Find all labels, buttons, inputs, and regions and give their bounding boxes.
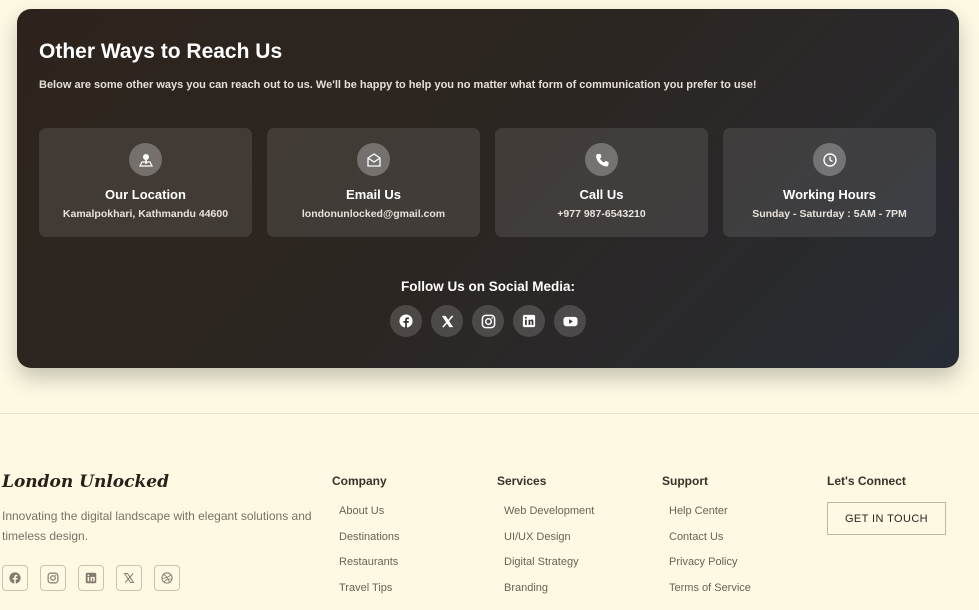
hours-title: Working Hours [783, 187, 876, 202]
facebook-icon[interactable] [2, 565, 28, 591]
phone-title: Call Us [579, 187, 624, 202]
phone-card: Call Us +977 987-6543210 [495, 128, 708, 237]
x-icon[interactable] [431, 305, 463, 337]
contact-title: Other Ways to Reach Us [39, 40, 283, 63]
services-links: Web Development UI/UX Design Digital Str… [504, 505, 594, 608]
clock-icon [813, 143, 846, 176]
email-text[interactable]: londonunlocked@gmail.com [267, 208, 480, 220]
services-heading: Services [497, 474, 547, 488]
support-heading: Support [662, 474, 708, 488]
footer-link-contact[interactable]: Contact Us [669, 531, 751, 557]
youtube-icon[interactable] [554, 305, 586, 337]
x-icon[interactable] [116, 565, 142, 591]
footer-link-travel-tips[interactable]: Travel Tips [339, 582, 400, 608]
hours-text: Sunday - Saturday : 5AM - 7PM [752, 208, 907, 220]
footer-link-help-center[interactable]: Help Center [669, 505, 751, 531]
company-heading: Company [332, 474, 387, 488]
footer-tagline: Innovating the digital landscape with el… [2, 509, 312, 543]
get-in-touch-button[interactable]: GET IN TOUCH [827, 502, 946, 535]
footer-link-restaurants[interactable]: Restaurants [339, 556, 400, 582]
social-links [390, 305, 586, 337]
footer-link-ui-ux[interactable]: UI/UX Design [504, 531, 594, 557]
location-card: Our Location Kamalpokhari, Kathmandu 446… [39, 128, 252, 237]
dribbble-icon[interactable] [154, 565, 180, 591]
section-divider [0, 413, 979, 414]
location-text: Kamalpokhari, Kathmandu 44600 [62, 208, 229, 220]
connect-heading: Let's Connect [827, 474, 906, 488]
instagram-icon[interactable] [472, 305, 504, 337]
linkedin-icon[interactable] [513, 305, 545, 337]
footer-link-digital-strategy[interactable]: Digital Strategy [504, 556, 594, 582]
location-title: Our Location [105, 187, 186, 202]
footer-link-branding[interactable]: Branding [504, 582, 594, 608]
footer-link-about[interactable]: About Us [339, 505, 400, 531]
footer-link-web-development[interactable]: Web Development [504, 505, 594, 531]
footer-link-privacy[interactable]: Privacy Policy [669, 556, 751, 582]
support-links: Help Center Contact Us Privacy Policy Te… [669, 505, 751, 608]
instagram-icon[interactable] [40, 565, 66, 591]
phone-icon [585, 143, 618, 176]
footer-social-links [2, 565, 180, 591]
location-icon [129, 143, 162, 176]
email-card: Email Us londonunlocked@gmail.com [267, 128, 480, 237]
email-icon [357, 143, 390, 176]
phone-text[interactable]: +977 987-6543210 [495, 208, 708, 220]
linkedin-icon[interactable] [78, 565, 104, 591]
company-links: About Us Destinations Restaurants Travel… [339, 505, 400, 608]
hours-card: Working Hours Sunday - Saturday : 5AM - … [723, 128, 936, 237]
contact-panel: Other Ways to Reach Us Below are some ot… [17, 9, 959, 368]
email-title: Email Us [346, 187, 401, 202]
follow-title: Follow Us on Social Media: [400, 279, 576, 294]
footer-link-destinations[interactable]: Destinations [339, 531, 400, 557]
footer-link-terms[interactable]: Terms of Service [669, 582, 751, 608]
contact-subtitle: Below are some other ways you can reach … [39, 79, 757, 91]
brand-logo[interactable]: London Unlocked [2, 472, 169, 492]
facebook-icon[interactable] [390, 305, 422, 337]
